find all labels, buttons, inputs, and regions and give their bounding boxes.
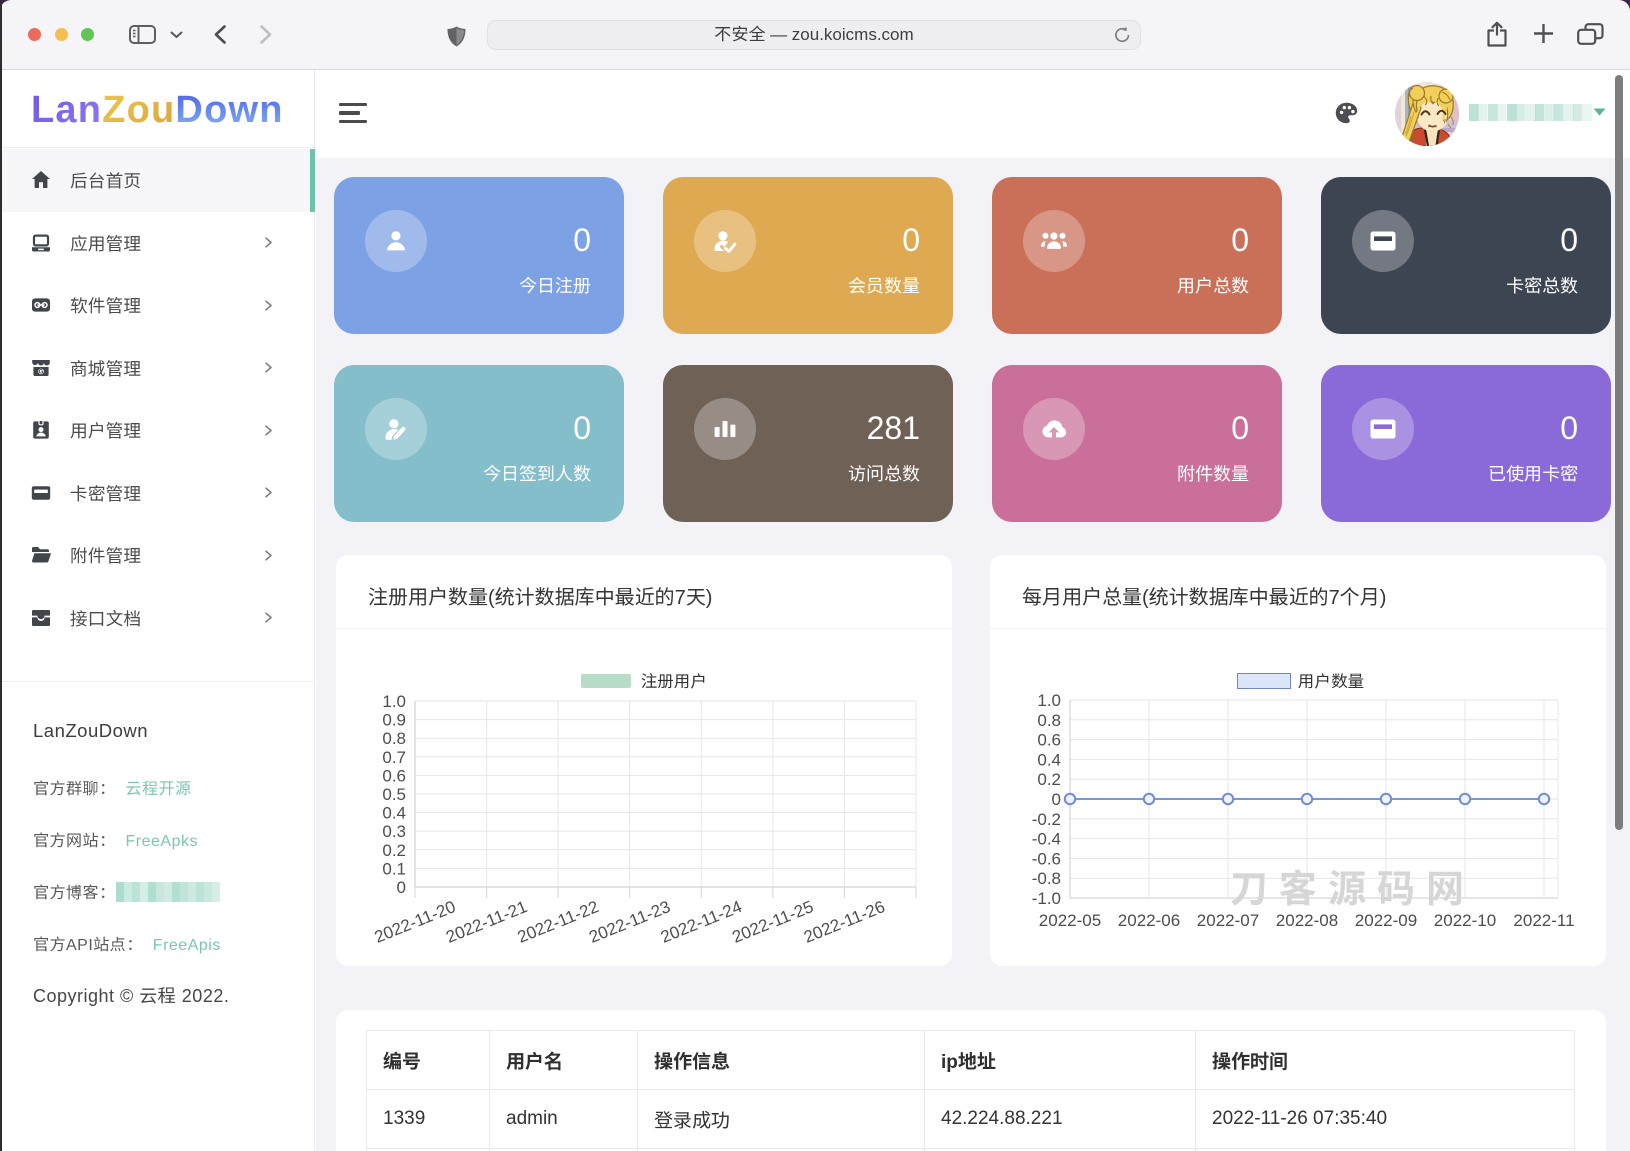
svg-text:0: 0 — [397, 878, 406, 897]
svg-text:0.6: 0.6 — [382, 766, 406, 785]
svg-text:0.5: 0.5 — [382, 785, 406, 804]
svg-text:-1.0: -1.0 — [1032, 889, 1061, 908]
svg-text:2022-11-26: 2022-11-26 — [801, 897, 888, 947]
svg-text:-0.8: -0.8 — [1032, 869, 1061, 888]
svg-text:-0.6: -0.6 — [1032, 849, 1061, 868]
svg-text:-0.4: -0.4 — [1032, 830, 1061, 849]
svg-text:2022-11-22: 2022-11-22 — [515, 897, 602, 947]
svg-text:0.2: 0.2 — [382, 841, 406, 860]
svg-text:-0.2: -0.2 — [1032, 810, 1061, 829]
svg-text:2022-11-20: 2022-11-20 — [372, 897, 459, 947]
svg-text:2022-11-25: 2022-11-25 — [730, 897, 817, 947]
svg-text:1.0: 1.0 — [382, 692, 406, 711]
svg-text:2022-10: 2022-10 — [1434, 911, 1496, 930]
svg-text:G: G — [39, 369, 44, 375]
svg-text:2022-09: 2022-09 — [1355, 911, 1417, 930]
svg-text:刀客源码网: 刀客源码网 — [1230, 869, 1475, 911]
svg-text:2022-11: 2022-11 — [1513, 911, 1574, 930]
svg-text:2022-11-21: 2022-11-21 — [443, 897, 530, 947]
svg-text:2022-07: 2022-07 — [1197, 911, 1259, 930]
svg-text:0.9: 0.9 — [382, 711, 406, 730]
svg-text:0.2: 0.2 — [1037, 770, 1061, 789]
svg-text:0: 0 — [1052, 790, 1061, 809]
svg-text:0.7: 0.7 — [382, 748, 406, 767]
svg-text:0.4: 0.4 — [1037, 750, 1061, 769]
svg-text:0.6: 0.6 — [1037, 731, 1061, 750]
svg-text:0.8: 0.8 — [382, 729, 406, 748]
svg-text:0.1: 0.1 — [382, 859, 406, 878]
svg-text:0.8: 0.8 — [1037, 711, 1061, 730]
svg-text:2022-11-24: 2022-11-24 — [658, 897, 745, 947]
svg-text:2022-11-23: 2022-11-23 — [586, 897, 673, 947]
svg-text:0.4: 0.4 — [382, 804, 406, 823]
svg-text:0.3: 0.3 — [382, 822, 406, 841]
svg-text:2022-06: 2022-06 — [1118, 911, 1180, 930]
svg-text:1.0: 1.0 — [1037, 691, 1061, 710]
svg-text:2022-08: 2022-08 — [1276, 911, 1338, 930]
svg-text:2022-05: 2022-05 — [1039, 911, 1101, 930]
